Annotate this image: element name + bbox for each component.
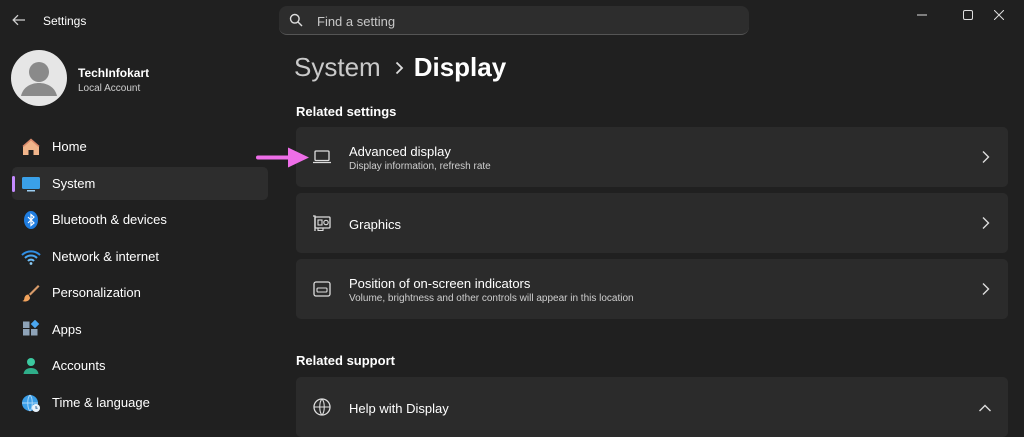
sidebar-item-accounts[interactable]: Accounts bbox=[12, 349, 268, 382]
sidebar-item-time-language[interactable]: Time & language bbox=[12, 386, 268, 419]
page-title: Display bbox=[413, 52, 507, 82]
title-bar: Settings bbox=[0, 0, 1024, 40]
help-with-display-card[interactable]: Help with Display bbox=[296, 377, 1008, 437]
maximize-icon bbox=[963, 10, 973, 20]
card-subtitle: Volume, brightness and other controls wi… bbox=[349, 293, 634, 304]
sidebar-item-label: Time & language bbox=[52, 394, 150, 410]
apps-icon bbox=[23, 319, 40, 335]
app-title: Settings bbox=[43, 14, 87, 28]
system-icon bbox=[22, 176, 40, 191]
annotation-arrow-icon bbox=[256, 147, 309, 168]
graphics-card-icon bbox=[313, 215, 331, 232]
sidebar-item-label: Home bbox=[52, 139, 87, 154]
breadcrumb-chevron-icon bbox=[395, 61, 404, 75]
user-name: TechInfokart bbox=[78, 66, 150, 80]
user-avatar-icon bbox=[21, 62, 57, 96]
back-button[interactable] bbox=[8, 8, 30, 32]
sidebar-item-apps[interactable]: Apps bbox=[12, 313, 268, 346]
person-icon bbox=[23, 358, 39, 374]
sidebar-item-home[interactable]: Home bbox=[12, 130, 268, 163]
card-title: Advanced display bbox=[349, 144, 451, 159]
globe-clock-icon bbox=[22, 394, 40, 412]
back-arrow-icon bbox=[12, 14, 25, 26]
graphics-card[interactable]: Graphics bbox=[296, 193, 1008, 253]
sidebar-item-label: System bbox=[52, 175, 96, 191]
sidebar-item-bluetooth[interactable]: Bluetooth & devices bbox=[12, 203, 268, 236]
chevron-right-icon bbox=[982, 151, 990, 163]
search-icon bbox=[289, 13, 303, 27]
minimize-icon bbox=[917, 14, 927, 16]
sidebar-item-label: Apps bbox=[52, 321, 82, 337]
sidebar-item-label: Accounts bbox=[52, 358, 106, 373]
monitor-icon bbox=[313, 150, 331, 164]
sidebar-item-label: Network & internet bbox=[52, 248, 159, 264]
chevron-right-icon bbox=[982, 283, 990, 295]
card-title: Graphics bbox=[349, 217, 402, 232]
chevron-right-icon bbox=[982, 217, 990, 229]
sidebar-item-label: Personalization bbox=[52, 285, 141, 300]
close-icon bbox=[994, 10, 1004, 20]
card-subtitle: Display information, refresh rate bbox=[349, 161, 491, 172]
onscreen-indicators-card[interactable]: Position of on-screen indicators Volume,… bbox=[296, 259, 1008, 319]
related-settings-heading: Related settings bbox=[296, 104, 397, 119]
onscreen-indicator-icon bbox=[313, 281, 331, 297]
sidebar-item-system[interactable]: System bbox=[12, 166, 268, 200]
bluetooth-icon bbox=[24, 211, 38, 229]
chevron-up-icon[interactable] bbox=[978, 402, 992, 414]
account-type: Local Account bbox=[78, 83, 141, 94]
sidebar-item-personalization[interactable]: Personalization bbox=[12, 276, 268, 309]
advanced-display-card[interactable]: Advanced display Display information, re… bbox=[296, 127, 1008, 187]
home-icon bbox=[22, 138, 40, 155]
breadcrumb-parent-link[interactable]: System bbox=[294, 52, 381, 83]
sidebar-item-network[interactable]: Network & internet bbox=[12, 240, 268, 273]
search-box[interactable] bbox=[279, 6, 749, 35]
sidebar-nav: Home System Bluetooth & devices Network … bbox=[12, 130, 268, 422]
breadcrumb: System Display bbox=[294, 52, 506, 83]
sidebar-item-label: Bluetooth & devices bbox=[52, 212, 167, 227]
card-title: Position of on-screen indicators bbox=[349, 276, 531, 291]
avatar bbox=[11, 50, 67, 106]
wifi-icon bbox=[21, 249, 41, 265]
close-button[interactable] bbox=[976, 4, 1022, 26]
card-title: Help with Display bbox=[349, 401, 449, 416]
globe-icon bbox=[313, 398, 331, 416]
related-support-heading: Related support bbox=[296, 353, 395, 368]
brush-icon bbox=[22, 285, 40, 302]
minimize-button[interactable] bbox=[899, 4, 945, 26]
search-input[interactable] bbox=[315, 9, 739, 33]
